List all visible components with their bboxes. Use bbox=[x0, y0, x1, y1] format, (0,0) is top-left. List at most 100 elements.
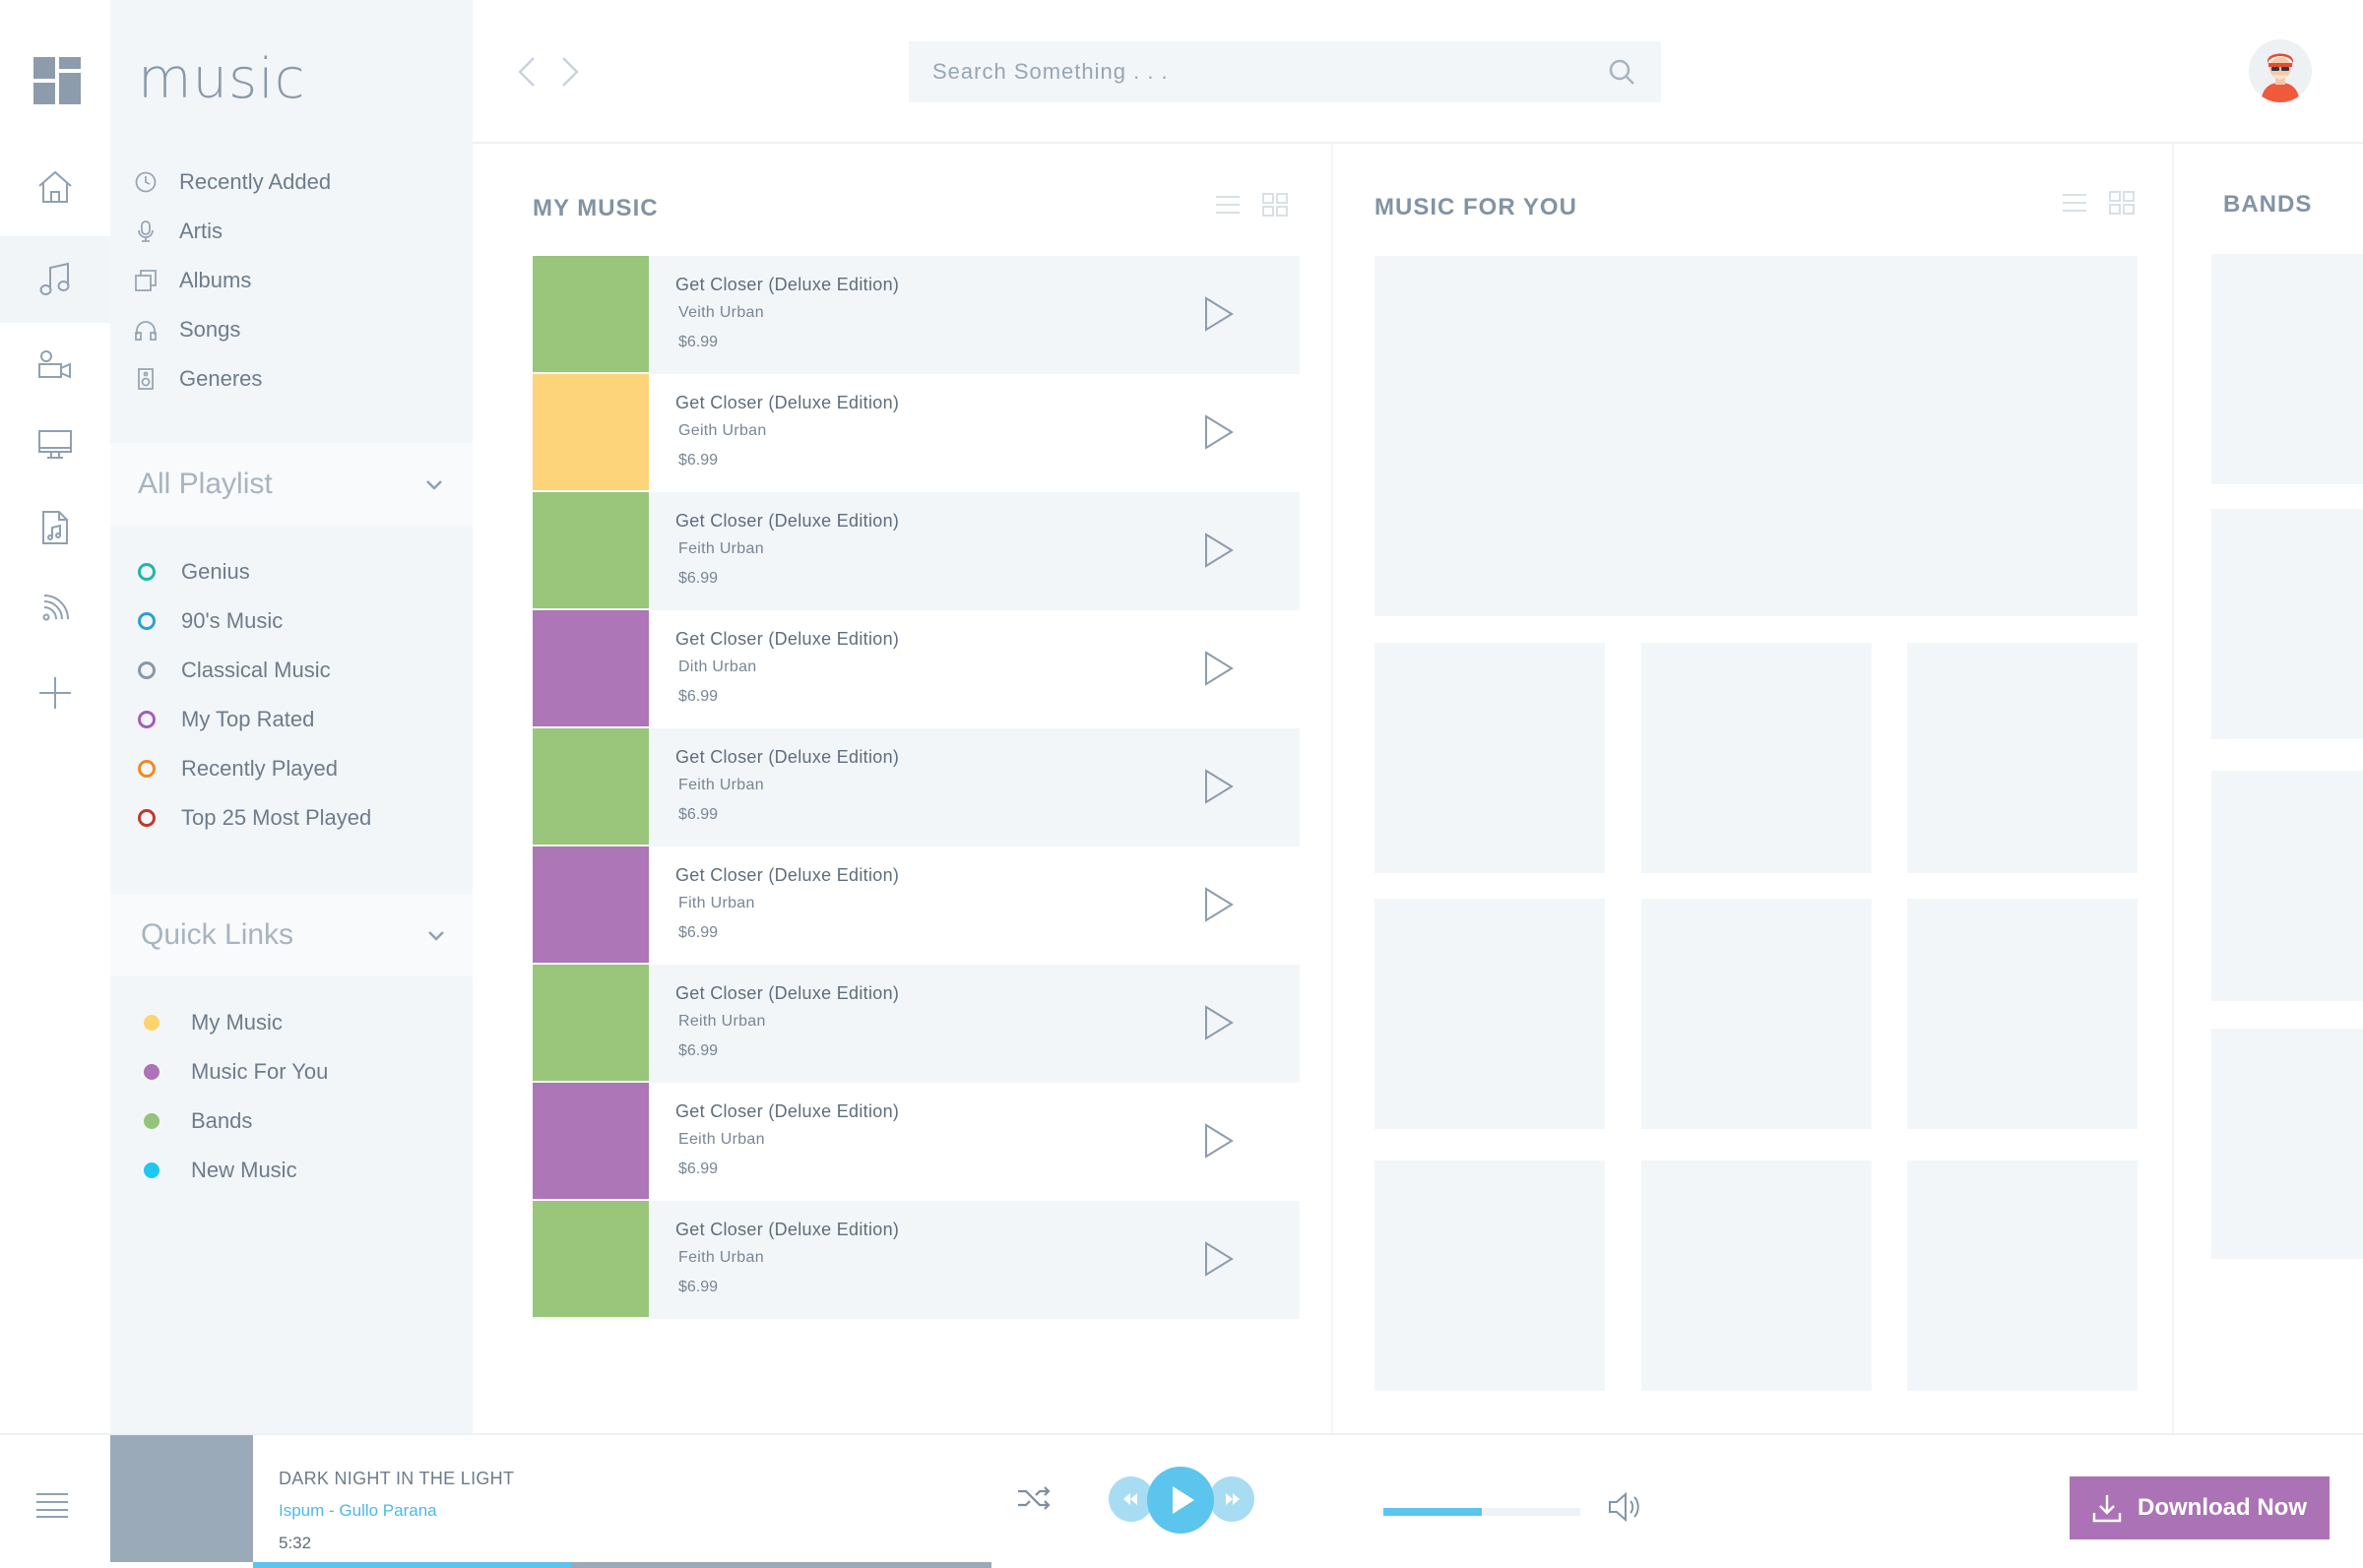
track-title: Get Closer (Deluxe Edition) bbox=[675, 1101, 900, 1121]
album-tile[interactable] bbox=[1374, 1160, 1605, 1391]
album-tile[interactable] bbox=[1907, 1160, 2138, 1391]
list-view-icon[interactable] bbox=[2062, 191, 2087, 215]
music-file-icon bbox=[42, 511, 68, 544]
album-tile[interactable] bbox=[1641, 899, 1872, 1129]
play-icon bbox=[1205, 533, 1234, 568]
track-row[interactable]: Get Closer (Deluxe Edition) Geith Urban … bbox=[533, 374, 1300, 492]
grid-view-icon[interactable] bbox=[2109, 191, 2135, 215]
band-tile[interactable] bbox=[2211, 509, 2363, 739]
play-icon bbox=[1205, 414, 1234, 450]
download-now-button[interactable]: Download Now bbox=[2070, 1476, 2330, 1539]
quick-link-label: My Music bbox=[191, 1010, 283, 1035]
track-play-button[interactable] bbox=[1203, 768, 1235, 805]
list-view-icon[interactable] bbox=[1215, 193, 1241, 217]
search-icon[interactable] bbox=[1608, 58, 1635, 86]
playlist-item-recently-played[interactable]: Recently Played bbox=[138, 744, 371, 793]
volume-button[interactable] bbox=[1607, 1490, 1642, 1529]
nav-item-albums[interactable]: Albums bbox=[134, 256, 331, 305]
track-play-button[interactable] bbox=[1203, 1004, 1235, 1041]
track-price: $6.99 bbox=[678, 334, 719, 350]
track-row[interactable]: Get Closer (Deluxe Edition) Dith Urban $… bbox=[533, 610, 1300, 728]
back-arrow-icon[interactable] bbox=[516, 55, 538, 89]
track-row[interactable]: Get Closer (Deluxe Edition) Fith Urban $… bbox=[533, 847, 1300, 965]
album-tile[interactable] bbox=[1907, 643, 2138, 873]
volume-slider[interactable] bbox=[1383, 1508, 1580, 1516]
featured-album-placeholder[interactable] bbox=[1374, 256, 2138, 616]
rail-podcasts[interactable] bbox=[0, 565, 110, 652]
track-row[interactable]: Get Closer (Deluxe Edition) Eeith Urban … bbox=[533, 1083, 1300, 1201]
download-icon bbox=[2092, 1495, 2122, 1523]
search-box bbox=[909, 41, 1661, 102]
playlist-color-ring bbox=[138, 760, 156, 778]
track-price: $6.99 bbox=[678, 570, 719, 587]
album-tile[interactable] bbox=[1374, 643, 1605, 873]
playlist-item-top-25[interactable]: Top 25 Most Played bbox=[138, 793, 371, 843]
track-play-button[interactable] bbox=[1203, 1240, 1235, 1278]
playlist-item-classical-music[interactable]: Classical Music bbox=[138, 646, 371, 695]
play-pause-button[interactable] bbox=[1147, 1467, 1214, 1534]
user-avatar[interactable] bbox=[2249, 39, 2312, 102]
track-row[interactable]: Get Closer (Deluxe Edition) Feith Urban … bbox=[533, 728, 1300, 847]
my-music-list: Get Closer (Deluxe Edition) Veith Urban … bbox=[533, 256, 1300, 1319]
quick-link-my-music[interactable]: My Music bbox=[144, 998, 328, 1047]
now-playing-artist[interactable]: Ispum - Gullo Parana bbox=[279, 1501, 437, 1521]
track-play-button[interactable] bbox=[1203, 413, 1235, 451]
nav-item-recently-added[interactable]: Recently Added bbox=[134, 157, 331, 207]
band-tile[interactable] bbox=[2211, 1029, 2363, 1259]
playlist-item-90s-music[interactable]: 90's Music bbox=[138, 596, 371, 646]
quick-link-label: Music For You bbox=[191, 1059, 329, 1084]
rail-files[interactable] bbox=[0, 484, 110, 571]
playlist-item-genius[interactable]: Genius bbox=[138, 547, 371, 596]
track-row[interactable]: Get Closer (Deluxe Edition) Reith Urban … bbox=[533, 965, 1300, 1083]
quick-links-header[interactable]: Quick Links bbox=[110, 894, 473, 976]
track-row[interactable]: Get Closer (Deluxe Edition) Feith Urban … bbox=[533, 492, 1300, 610]
rail-artists[interactable] bbox=[0, 321, 110, 408]
track-title: Get Closer (Deluxe Edition) bbox=[675, 275, 900, 294]
menu-button[interactable] bbox=[35, 1492, 69, 1523]
quick-links-list: My Music Music For You Bands New Music bbox=[144, 998, 328, 1195]
band-tile[interactable] bbox=[2211, 254, 2363, 484]
album-tile[interactable] bbox=[1374, 899, 1605, 1129]
album-tile[interactable] bbox=[1641, 1160, 1872, 1391]
my-music-view-toggle bbox=[1215, 193, 1288, 217]
track-play-button[interactable] bbox=[1203, 295, 1235, 333]
quick-link-bands[interactable]: Bands bbox=[144, 1097, 328, 1146]
clock-icon bbox=[135, 171, 157, 193]
track-play-button[interactable] bbox=[1203, 886, 1235, 923]
nav-item-artis[interactable]: Artis bbox=[134, 207, 331, 256]
now-playing-time: 5:32 bbox=[279, 1534, 312, 1552]
now-playing-cover bbox=[110, 1435, 253, 1562]
nav-item-songs[interactable]: Songs bbox=[134, 305, 331, 354]
app-logo-icon[interactable] bbox=[33, 57, 81, 104]
forward-arrow-icon[interactable] bbox=[559, 55, 581, 89]
album-tile[interactable] bbox=[1641, 643, 1872, 873]
music-for-you-title: MUSIC FOR YOU bbox=[1374, 194, 1577, 220]
rail-add[interactable] bbox=[0, 650, 110, 736]
rail-home[interactable] bbox=[0, 144, 110, 230]
albums-icon bbox=[135, 270, 157, 291]
nav-item-generes[interactable]: Generes bbox=[134, 354, 331, 404]
all-playlist-header[interactable]: All Playlist bbox=[110, 443, 473, 526]
next-button[interactable] bbox=[1209, 1476, 1254, 1522]
app-title: music bbox=[138, 47, 306, 111]
album-tile[interactable] bbox=[1907, 899, 2138, 1129]
track-row[interactable]: Get Closer (Deluxe Edition) Feith Urban … bbox=[533, 1201, 1300, 1319]
quick-link-music-for-you[interactable]: Music For You bbox=[144, 1047, 328, 1097]
playback-progress[interactable] bbox=[253, 1562, 991, 1568]
rail-videos[interactable] bbox=[0, 402, 110, 488]
track-play-button[interactable] bbox=[1203, 532, 1235, 569]
rail-music[interactable] bbox=[0, 236, 110, 323]
track-title: Get Closer (Deluxe Edition) bbox=[675, 1220, 900, 1239]
track-price: $6.99 bbox=[678, 806, 719, 823]
shuffle-button[interactable] bbox=[1016, 1484, 1052, 1517]
search-input[interactable] bbox=[909, 41, 1661, 102]
playlist-item-my-top-rated[interactable]: My Top Rated bbox=[138, 695, 371, 744]
track-row[interactable]: Get Closer (Deluxe Edition) Veith Urban … bbox=[533, 256, 1300, 374]
track-play-button[interactable] bbox=[1203, 650, 1235, 687]
top-bar bbox=[473, 0, 2363, 144]
band-tile[interactable] bbox=[2211, 771, 2363, 1001]
playlist-color-ring bbox=[138, 809, 156, 827]
track-play-button[interactable] bbox=[1203, 1122, 1235, 1160]
grid-view-icon[interactable] bbox=[1262, 193, 1288, 217]
quick-link-new-music[interactable]: New Music bbox=[144, 1146, 328, 1195]
